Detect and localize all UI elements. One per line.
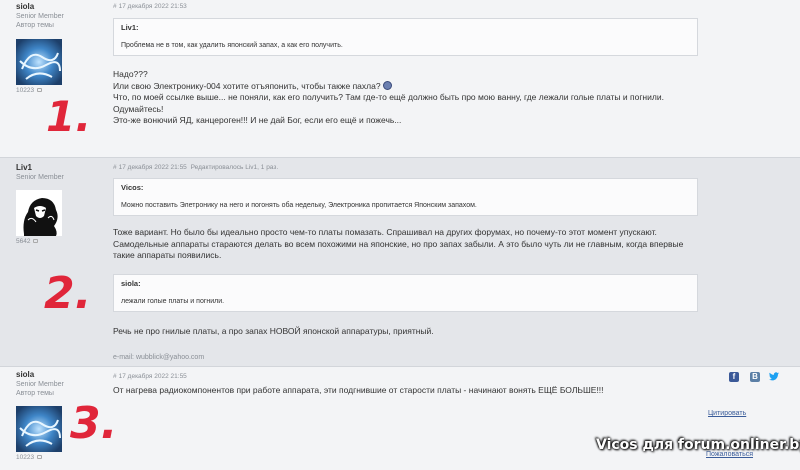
post-count: 10223 <box>16 454 101 461</box>
post-timestamp[interactable]: 17 декабря 2022 21:55 <box>119 164 187 171</box>
text-line: такие аппараты появились. <box>113 250 222 261</box>
quote-author: Liv1: <box>121 23 139 32</box>
text-line: Это-же вонючий ЯД, канцероген!!! И не да… <box>113 115 402 126</box>
vk-share-icon[interactable]: В <box>750 372 760 382</box>
message-icon <box>36 88 42 93</box>
post-timestamp[interactable]: 17 декабря 2022 21:55 <box>119 373 187 380</box>
post-text: Речь не про гнилые платы, а про запах НО… <box>113 326 698 338</box>
twitter-share-icon[interactable] <box>769 372 779 382</box>
author-name[interactable]: Liv1 <box>16 163 101 173</box>
handwritten-mark-1: 1. <box>46 92 92 141</box>
post-1: siola Senior Member Автор темы 10223 #17… <box>0 0 800 157</box>
quote-block: Vicos: Можно поставить Элетронику на нег… <box>113 178 698 216</box>
signature-email: e-mail: wubblick@yahoo.com <box>113 354 205 362</box>
watermark: Vicos для forum.onliner.by <box>596 437 800 453</box>
post-body: #17 декабря 2022 21:53 Liv1: Проблема не… <box>113 2 698 127</box>
quote-author: siola: <box>121 278 141 288</box>
author-rank: Senior Member <box>16 381 64 388</box>
avatar[interactable] <box>16 39 62 85</box>
text-line: Самодельные аппараты стараются делать во… <box>113 238 684 249</box>
handwritten-mark-3: 3. <box>70 398 118 449</box>
post-meta: #17 декабря 2022 21:55 <box>113 372 698 381</box>
text-line: Речь не про гнилые платы, а про запах НО… <box>113 325 434 336</box>
author-rank: Senior Member <box>16 13 64 20</box>
quote-text: Можно поставить Элетронику на него и пог… <box>121 202 477 209</box>
author-block: Liv1 Senior Member 5642 <box>16 163 101 245</box>
text-line: Тоже вариант. Но было бы идеально просто… <box>113 227 657 237</box>
post-text: Надо??? Или свою Электронику-004 хотите … <box>113 69 698 127</box>
author-role: Автор темы <box>16 22 54 29</box>
post-body: #17 декабря 2022 21:55 От нагрева радиок… <box>113 372 698 397</box>
quote-block: siola: лежали голые платы и погнили. <box>113 273 698 312</box>
post-meta: #17 декабря 2022 21:53 <box>113 2 698 11</box>
post-meta: #17 декабря 2022 21:55 Редактировалось L… <box>113 163 698 172</box>
text-line: Надо??? <box>113 69 148 79</box>
text-line: Что, по моей ссылке выше... не поняли, к… <box>113 92 664 103</box>
author-name[interactable]: siola <box>16 370 101 380</box>
avatar[interactable] <box>16 406 62 452</box>
author-name[interactable]: siola <box>16 2 101 12</box>
post-3: siola Senior Member Автор темы 10223 #17… <box>0 367 800 470</box>
quote-reply-link[interactable]: Цитировать <box>708 410 746 417</box>
post-body: #17 декабря 2022 21:55 Редактировалось L… <box>113 163 698 361</box>
text-line: Или свою Электронику-004 хотите отъяпони… <box>113 80 698 93</box>
edited-note: Редактировалось Liv1, 1 раз. <box>190 164 279 171</box>
quote-text: лежали голые платы и погнили. <box>121 297 225 305</box>
text-line: От нагрева радиокомпонентов при работе а… <box>113 385 604 395</box>
post-text: Тоже вариант. Но было бы идеально просто… <box>113 227 698 262</box>
author-role: Автор темы <box>16 390 54 397</box>
email-value: wubblick@yahoo.com <box>135 354 205 362</box>
post-anchor-icon[interactable]: # <box>113 3 117 10</box>
smile-icon <box>382 80 392 90</box>
text-line: Одумайтесь! <box>113 103 164 114</box>
avatar[interactable] <box>16 190 62 236</box>
post-2: Liv1 Senior Member 5642 #17 декабря 2022… <box>0 158 800 366</box>
message-icon <box>33 239 39 244</box>
facebook-share-icon[interactable]: f <box>729 372 739 382</box>
author-block: siola Senior Member Автор темы 10223 <box>16 2 101 94</box>
author-rank: Senior Member <box>16 174 64 181</box>
post-text: От нагрева радиокомпонентов при работе а… <box>113 385 698 397</box>
quote-author: Vicos: <box>121 183 144 192</box>
handwritten-mark-2: 2. <box>44 268 92 319</box>
message-icon <box>36 455 42 460</box>
quote-text: Проблема не в том, как удалить японский … <box>121 42 343 49</box>
quote-block: Liv1: Проблема не в том, как удалить япо… <box>113 18 698 56</box>
edited-by-link[interactable]: Liv1 <box>245 164 257 171</box>
post-anchor-icon[interactable]: # <box>113 373 117 380</box>
post-anchor-icon[interactable]: # <box>113 164 117 171</box>
post-timestamp[interactable]: 17 декабря 2022 21:53 <box>119 3 187 10</box>
post-count: 5642 <box>16 238 101 245</box>
